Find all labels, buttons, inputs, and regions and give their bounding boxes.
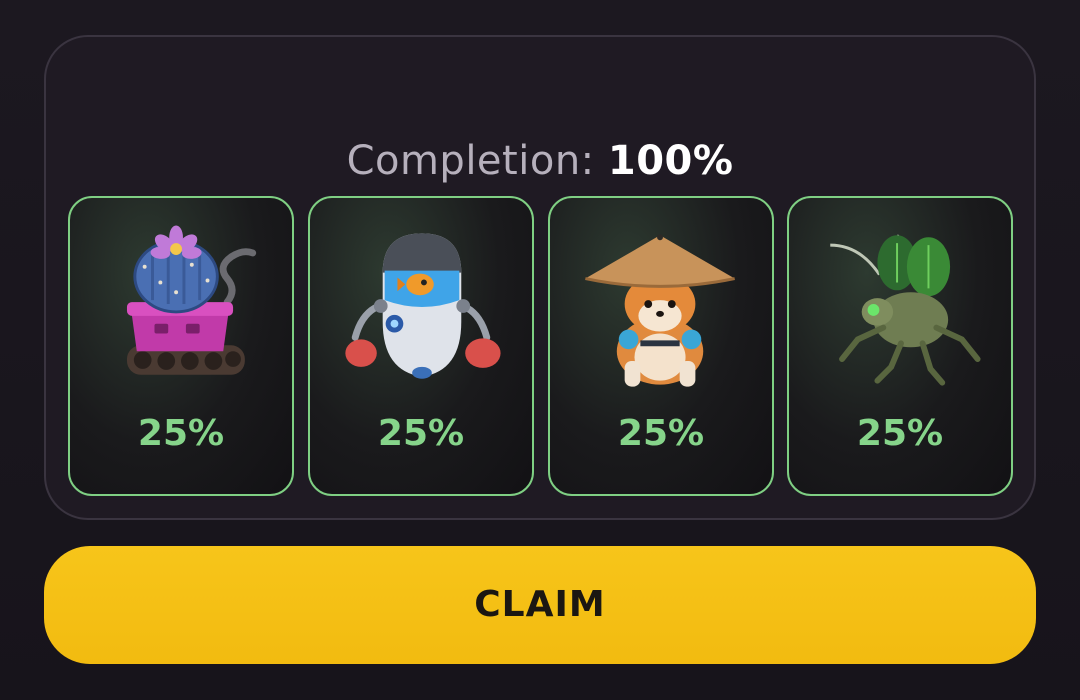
character-card-cactus-tank[interactable]: 25%: [68, 196, 294, 496]
card-percent: 25%: [137, 413, 225, 454]
card-percent: 25%: [377, 413, 465, 454]
card-percent: 25%: [856, 413, 944, 454]
completion-label: Completion:: [346, 138, 595, 184]
character-card-fish-robot[interactable]: 25%: [308, 196, 534, 496]
completion-status: Completion: 100%: [46, 136, 1034, 186]
completion-value: 100%: [607, 138, 734, 184]
fish-robot-icon: [310, 212, 532, 402]
card-percent: 25%: [617, 413, 705, 454]
shiba-dog-icon: [550, 212, 772, 402]
claim-button[interactable]: CLAIM: [44, 546, 1036, 664]
cactus-tank-icon: [70, 212, 292, 402]
mech-insect-icon: [789, 212, 1011, 402]
character-card-mech-insect[interactable]: 25%: [787, 196, 1013, 496]
character-card-shiba-dog[interactable]: 25%: [548, 196, 774, 496]
